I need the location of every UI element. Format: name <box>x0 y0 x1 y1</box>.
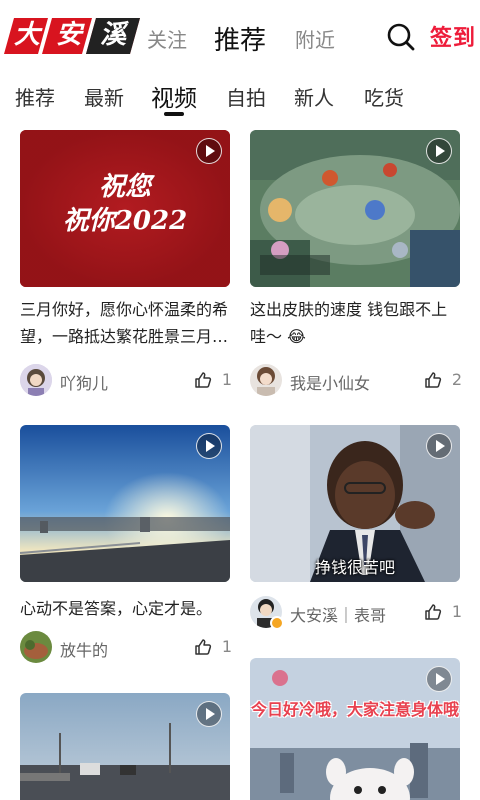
author-name[interactable]: 放牛的 <box>60 637 108 661</box>
avatar-art <box>20 364 52 396</box>
avatar-art <box>20 631 52 663</box>
video-thumbnail[interactable]: 祝您 祝你2022 <box>20 130 230 287</box>
author-row: 放牛的 1 <box>20 631 232 665</box>
video-thumbnail[interactable]: 今日好冷哦，大家注意身体哦 <box>250 658 460 800</box>
play-icon <box>426 433 452 459</box>
active-tab-indicator <box>164 112 184 116</box>
search-icon[interactable] <box>386 22 416 52</box>
video-caption[interactable]: 三月你好，愿你心怀温柔的希望，一路抵达繁花胜景三月… <box>20 296 232 350</box>
video-caption[interactable]: 这出皮肤的速度 钱包跟不上哇～ 😂 <box>250 296 450 350</box>
video-thumbnail[interactable]: 挣钱很苦吧 <box>250 425 460 582</box>
video-card[interactable]: 今日好冷哦，大家注意身体哦 <box>250 658 462 800</box>
nav-recommend[interactable]: 推荐 <box>214 20 266 57</box>
nav-follow[interactable]: 关注 <box>147 24 187 53</box>
thumbs-up-icon[interactable] <box>424 371 442 389</box>
tab-video[interactable]: 视频 <box>151 79 197 113</box>
video-thumbnail[interactable] <box>250 130 460 287</box>
checkin-button[interactable]: 签到 <box>430 20 476 52</box>
tab-newcomer[interactable]: 新人 <box>294 82 334 111</box>
thumb-text-2: 祝你2022 <box>62 206 188 236</box>
play-icon <box>426 138 452 164</box>
thumbs-up-icon[interactable] <box>194 371 212 389</box>
app-logo[interactable]: 大 安 溪 <box>4 16 140 56</box>
category-tabs: 推荐 最新 视频 自拍 新人 吃货 <box>0 72 480 122</box>
author-name[interactable]: 大安溪｜表哥 <box>290 602 386 626</box>
video-overlay-text: 今日好冷哦，大家注意身体哦 <box>250 700 459 719</box>
video-card[interactable] <box>20 693 232 800</box>
thumb-text-1: 祝您 <box>98 172 151 202</box>
caption-text: 这出皮肤的速度 钱包跟不上哇～ <box>250 300 448 346</box>
like-count: 1 <box>221 637 232 656</box>
tab-selfie[interactable]: 自拍 <box>226 82 266 111</box>
play-icon <box>426 666 452 692</box>
video-caption[interactable]: 心动不是答案，心定才是。 <box>20 595 232 622</box>
video-thumbnail[interactable] <box>20 693 230 800</box>
logo-char-3: 溪 <box>99 20 126 50</box>
avatar[interactable] <box>20 364 52 396</box>
video-card[interactable]: 这出皮肤的速度 钱包跟不上哇～ 😂 我是小仙女 2 <box>250 130 462 400</box>
verified-badge-icon <box>270 616 284 630</box>
video-card[interactable]: 心动不是答案，心定才是。 放牛的 1 <box>20 425 232 665</box>
nav-nearby[interactable]: 附近 <box>295 24 335 53</box>
like-count: 2 <box>451 370 462 389</box>
author-row: 吖狗儿 1 <box>20 364 232 398</box>
logo-char-2: 安 <box>55 20 82 50</box>
top-header: 大 安 溪 关注 推荐 附近 签到 <box>0 0 480 72</box>
video-thumbnail[interactable] <box>20 425 230 582</box>
tab-recommend[interactable]: 推荐 <box>15 82 55 111</box>
avatar[interactable] <box>250 364 282 396</box>
video-subtitle: 挣钱很苦吧 <box>314 558 395 577</box>
play-icon <box>196 138 222 164</box>
author-row: 大安溪｜表哥 1 <box>250 596 462 630</box>
video-card[interactable]: 祝您 祝你2022 三月你好，愿你心怀温柔的希望，一路抵达繁花胜景三月… 吖狗儿… <box>20 130 232 400</box>
like-count: 1 <box>221 370 232 389</box>
like-count: 1 <box>451 602 462 621</box>
play-icon <box>196 433 222 459</box>
avatar[interactable] <box>20 631 52 663</box>
avatar-art <box>250 364 282 396</box>
tab-foodie[interactable]: 吃货 <box>364 82 404 111</box>
thumbs-up-icon[interactable] <box>424 603 442 621</box>
video-card[interactable]: 挣钱很苦吧 大安溪｜表哥 1 <box>250 425 462 630</box>
tab-latest[interactable]: 最新 <box>84 82 124 111</box>
author-row: 我是小仙女 2 <box>250 364 462 398</box>
thumbs-up-icon[interactable] <box>194 638 212 656</box>
author-name[interactable]: 吖狗儿 <box>60 370 108 394</box>
author-name[interactable]: 我是小仙女 <box>290 370 370 394</box>
laughing-emoji: 😂 <box>287 327 306 346</box>
logo-char-1: 大 <box>13 20 40 50</box>
play-icon <box>196 701 222 727</box>
